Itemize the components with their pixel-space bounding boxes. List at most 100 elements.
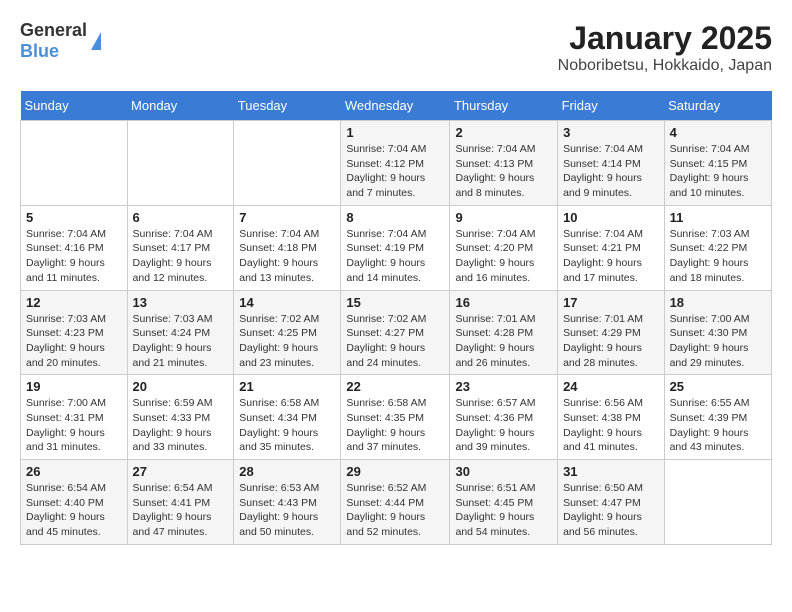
calendar-cell: 26 Sunrise: 6:54 AMSunset: 4:40 PMDayligh… [21, 460, 128, 545]
day-of-week-header: Wednesday [341, 91, 450, 121]
day-info: Sunrise: 7:04 AMSunset: 4:15 PMDaylight:… [670, 142, 766, 201]
day-number: 24 [563, 379, 659, 394]
day-number: 10 [563, 210, 659, 225]
calendar-cell: 23 Sunrise: 6:57 AMSunset: 4:36 PMDayligh… [450, 375, 558, 460]
day-number: 30 [455, 464, 552, 479]
day-info: Sunrise: 7:01 AMSunset: 4:28 PMDaylight:… [455, 312, 552, 371]
calendar-cell: 18Sunrise: 7:00 AMSunset: 4:30 PMDayligh… [664, 290, 771, 375]
day-number: 13 [133, 295, 229, 310]
calendar-cell: 25Sunrise: 6:55 AMSunset: 4:39 PMDayligh… [664, 375, 771, 460]
day-of-week-header: Tuesday [234, 91, 341, 121]
day-number: 22 [346, 379, 444, 394]
calendar-cell [21, 121, 128, 206]
day-number: 17 [563, 295, 659, 310]
day-info: Sunrise: 6:54 AMSunset: 4:40 PMDaylight:… [26, 481, 122, 540]
day-info: Sunrise: 6:52 AMSunset: 4:44 PMDaylight:… [346, 481, 444, 540]
calendar-cell: 8 Sunrise: 7:04 AMSunset: 4:19 PMDaylight… [341, 205, 450, 290]
day-info: Sunrise: 7:04 AMSunset: 4:14 PMDaylight:… [563, 142, 659, 201]
day-info: Sunrise: 7:04 AMSunset: 4:16 PMDaylight:… [26, 227, 122, 286]
day-number: 28 [239, 464, 335, 479]
day-info: Sunrise: 7:03 AMSunset: 4:24 PMDaylight:… [133, 312, 229, 371]
day-number: 23 [455, 379, 552, 394]
calendar-cell: 15 Sunrise: 7:02 AMSunset: 4:27 PMDayligh… [341, 290, 450, 375]
calendar-cell: 19 Sunrise: 7:00 AMSunset: 4:31 PMDayligh… [21, 375, 128, 460]
day-info: Sunrise: 6:58 AMSunset: 4:34 PMDaylight:… [239, 396, 335, 455]
calendar-cell: 16 Sunrise: 7:01 AMSunset: 4:28 PMDayligh… [450, 290, 558, 375]
calendar-cell: 29 Sunrise: 6:52 AMSunset: 4:44 PMDayligh… [341, 460, 450, 545]
day-info: Sunrise: 7:03 AMSunset: 4:23 PMDaylight:… [26, 312, 122, 371]
day-of-week-header: Sunday [21, 91, 128, 121]
calendar-cell: 9Sunrise: 7:04 AMSunset: 4:20 PMDaylight… [450, 205, 558, 290]
day-number: 4 [670, 125, 766, 140]
calendar-cell: 11Sunrise: 7:03 AMSunset: 4:22 PMDayligh… [664, 205, 771, 290]
calendar-week-row: 19 Sunrise: 7:00 AMSunset: 4:31 PMDayligh… [21, 375, 772, 460]
day-info: Sunrise: 7:02 AMSunset: 4:27 PMDaylight:… [346, 312, 444, 371]
calendar-cell: 7 Sunrise: 7:04 AMSunset: 4:18 PMDaylight… [234, 205, 341, 290]
day-info: Sunrise: 6:50 AMSunset: 4:47 PMDaylight:… [563, 481, 659, 540]
logo-blue: Blue [20, 41, 87, 62]
calendar-cell: 3 Sunrise: 7:04 AMSunset: 4:14 PMDaylight… [558, 121, 665, 206]
calendar-cell [664, 460, 771, 545]
day-number: 5 [26, 210, 122, 225]
day-of-week-header: Friday [558, 91, 665, 121]
calendar-week-row: 26 Sunrise: 6:54 AMSunset: 4:40 PMDayligh… [21, 460, 772, 545]
calendar-week-row: 1 Sunrise: 7:04 AMSunset: 4:12 PMDaylight… [21, 121, 772, 206]
day-number: 2 [455, 125, 552, 140]
calendar-cell: 30 Sunrise: 6:51 AMSunset: 4:45 PMDayligh… [450, 460, 558, 545]
day-of-week-header: Monday [127, 91, 234, 121]
day-info: Sunrise: 7:03 AMSunset: 4:22 PMDaylight:… [670, 227, 766, 286]
day-info: Sunrise: 6:54 AMSunset: 4:41 PMDaylight:… [133, 481, 229, 540]
day-number: 3 [563, 125, 659, 140]
day-info: Sunrise: 6:59 AMSunset: 4:33 PMDaylight:… [133, 396, 229, 455]
calendar-header-row: SundayMondayTuesdayWednesdayThursdayFrid… [21, 91, 772, 121]
page-header: General Blue January 2025 Noboribetsu, H… [20, 20, 772, 75]
logo-general: General [20, 20, 87, 41]
day-number: 29 [346, 464, 444, 479]
calendar-cell: 12Sunrise: 7:03 AMSunset: 4:23 PMDayligh… [21, 290, 128, 375]
day-number: 16 [455, 295, 552, 310]
day-number: 27 [133, 464, 229, 479]
calendar-cell: 10 Sunrise: 7:04 AMSunset: 4:21 PMDayligh… [558, 205, 665, 290]
day-info: Sunrise: 7:04 AMSunset: 4:13 PMDaylight:… [455, 142, 552, 201]
calendar-cell: 24 Sunrise: 6:56 AMSunset: 4:38 PMDayligh… [558, 375, 665, 460]
calendar-cell [234, 121, 341, 206]
calendar-week-row: 5 Sunrise: 7:04 AMSunset: 4:16 PMDaylight… [21, 205, 772, 290]
day-info: Sunrise: 6:53 AMSunset: 4:43 PMDaylight:… [239, 481, 335, 540]
day-number: 19 [26, 379, 122, 394]
day-of-week-header: Saturday [664, 91, 771, 121]
day-info: Sunrise: 7:00 AMSunset: 4:31 PMDaylight:… [26, 396, 122, 455]
day-info: Sunrise: 7:00 AMSunset: 4:30 PMDaylight:… [670, 312, 766, 371]
day-number: 20 [133, 379, 229, 394]
day-info: Sunrise: 7:04 AMSunset: 4:18 PMDaylight:… [239, 227, 335, 286]
calendar-cell: 4 Sunrise: 7:04 AMSunset: 4:15 PMDaylight… [664, 121, 771, 206]
day-info: Sunrise: 7:04 AMSunset: 4:12 PMDaylight:… [346, 142, 444, 201]
day-info: Sunrise: 7:04 AMSunset: 4:21 PMDaylight:… [563, 227, 659, 286]
day-info: Sunrise: 7:01 AMSunset: 4:29 PMDaylight:… [563, 312, 659, 371]
calendar-cell: 21Sunrise: 6:58 AMSunset: 4:34 PMDayligh… [234, 375, 341, 460]
day-info: Sunrise: 7:04 AMSunset: 4:19 PMDaylight:… [346, 227, 444, 286]
day-info: Sunrise: 6:58 AMSunset: 4:35 PMDaylight:… [346, 396, 444, 455]
calendar-week-row: 12Sunrise: 7:03 AMSunset: 4:23 PMDayligh… [21, 290, 772, 375]
calendar-cell: 1 Sunrise: 7:04 AMSunset: 4:12 PMDaylight… [341, 121, 450, 206]
day-number: 8 [346, 210, 444, 225]
logo-text: General Blue [20, 20, 87, 62]
page-subtitle: Noboribetsu, Hokkaido, Japan [558, 57, 772, 75]
calendar-cell: 31 Sunrise: 6:50 AMSunset: 4:47 PMDayligh… [558, 460, 665, 545]
calendar-cell: 22 Sunrise: 6:58 AMSunset: 4:35 PMDayligh… [341, 375, 450, 460]
calendar-cell: 28 Sunrise: 6:53 AMSunset: 4:43 PMDayligh… [234, 460, 341, 545]
day-number: 31 [563, 464, 659, 479]
calendar-cell: 27 Sunrise: 6:54 AMSunset: 4:41 PMDayligh… [127, 460, 234, 545]
day-info: Sunrise: 6:51 AMSunset: 4:45 PMDaylight:… [455, 481, 552, 540]
day-number: 1 [346, 125, 444, 140]
day-number: 7 [239, 210, 335, 225]
day-info: Sunrise: 7:02 AMSunset: 4:25 PMDaylight:… [239, 312, 335, 371]
day-info: Sunrise: 6:57 AMSunset: 4:36 PMDaylight:… [455, 396, 552, 455]
calendar-cell: 14Sunrise: 7:02 AMSunset: 4:25 PMDayligh… [234, 290, 341, 375]
day-number: 9 [455, 210, 552, 225]
day-number: 15 [346, 295, 444, 310]
day-info: Sunrise: 6:56 AMSunset: 4:38 PMDaylight:… [563, 396, 659, 455]
calendar-table: SundayMondayTuesdayWednesdayThursdayFrid… [20, 91, 772, 545]
calendar-cell: 17 Sunrise: 7:01 AMSunset: 4:29 PMDayligh… [558, 290, 665, 375]
calendar-cell: 6Sunrise: 7:04 AMSunset: 4:17 PMDaylight… [127, 205, 234, 290]
day-number: 26 [26, 464, 122, 479]
